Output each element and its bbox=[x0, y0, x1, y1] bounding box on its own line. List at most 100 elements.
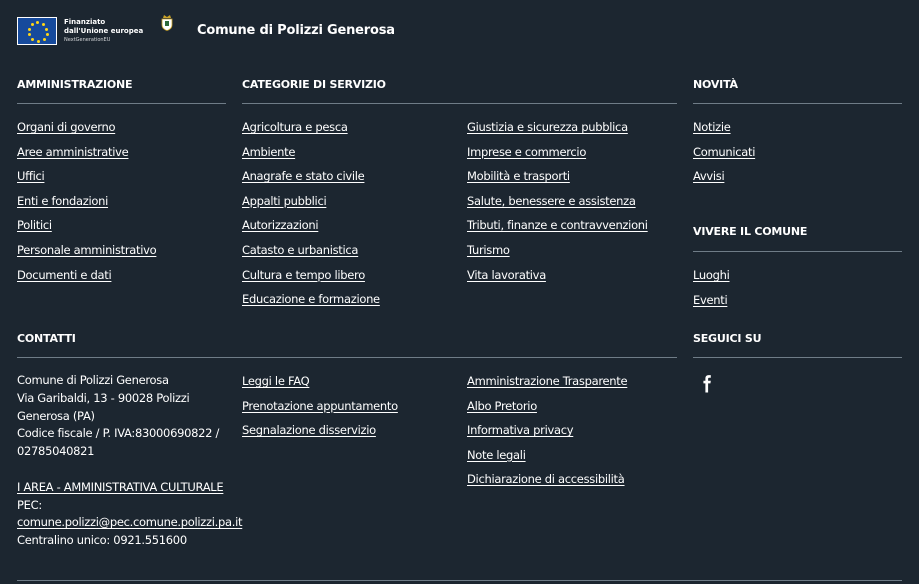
link-appalti-pubblici[interactable]: Appalti pubblici bbox=[242, 194, 327, 208]
list-item: Avvisi bbox=[693, 169, 755, 194]
novita-list: Notizie Comunicati Avvisi bbox=[693, 120, 755, 194]
link-agricoltura-e-pesca[interactable]: Agricoltura e pesca bbox=[242, 120, 348, 134]
facebook-icon[interactable] bbox=[700, 374, 714, 394]
link-ambiente[interactable]: Ambiente bbox=[242, 145, 295, 159]
categorie-heading: CATEGORIE DI SERVIZIO bbox=[242, 78, 386, 91]
list-item: Imprese e commercio bbox=[467, 145, 648, 170]
list-item: Tributi, finanze e contravvenzioni bbox=[467, 218, 648, 243]
link-luoghi[interactable]: Luoghi bbox=[693, 268, 730, 282]
list-item: Enti e fondazioni bbox=[17, 194, 156, 219]
list-item: Amministrazione Trasparente bbox=[467, 374, 628, 399]
contatti-divider bbox=[17, 357, 677, 358]
link-vita-lavorativa[interactable]: Vita lavorativa bbox=[467, 268, 546, 282]
list-item: Turismo bbox=[467, 243, 648, 268]
list-item: Informativa privacy bbox=[467, 423, 627, 448]
link-eventi[interactable]: Eventi bbox=[693, 293, 728, 307]
list-item: Personale amministrativo bbox=[17, 243, 157, 268]
list-item: Prenotazione appuntamento bbox=[242, 399, 398, 424]
categorie-list-2: Giustizia e sicurezza pubblica Imprese e… bbox=[467, 120, 648, 292]
pec-email-link[interactable]: comune.polizzi@pec.comune.polizzi.pa.it bbox=[17, 515, 243, 529]
categorie-list-1: Agricoltura e pesca Ambiente Anagrafe e … bbox=[242, 120, 380, 317]
address-line: Generosa (PA) bbox=[17, 408, 95, 423]
list-item: Mobilità e trasporti bbox=[467, 169, 648, 194]
seguici-heading: SEGUICI SU bbox=[693, 332, 762, 345]
list-item: Documenti e dati bbox=[17, 268, 156, 293]
link-mobilita[interactable]: Mobilità e trasporti bbox=[467, 169, 570, 183]
footer-bottom-divider bbox=[17, 580, 902, 581]
link-giustizia[interactable]: Giustizia e sicurezza pubblica bbox=[467, 120, 628, 134]
pec-label: PEC: bbox=[17, 497, 42, 512]
address-line: 02785040821 bbox=[17, 444, 95, 459]
list-item: Ambiente bbox=[242, 145, 380, 170]
amministrazione-divider bbox=[17, 103, 226, 104]
link-prenotazione[interactable]: Prenotazione appuntamento bbox=[242, 399, 398, 413]
link-notizie[interactable]: Notizie bbox=[693, 120, 731, 134]
novita-divider bbox=[693, 103, 902, 104]
phone-text: Centralino unico: 0921.551600 bbox=[17, 533, 187, 548]
link-anagrafe[interactable]: Anagrafe e stato civile bbox=[242, 169, 365, 183]
office-link[interactable]: I AREA - AMMINISTRATIVA CULTURALE bbox=[17, 480, 224, 494]
list-item: Aree amministrative bbox=[17, 145, 156, 170]
list-item: Leggi le FAQ bbox=[242, 374, 398, 399]
eu-funding-logo[interactable]: Finanziato dall'Unione europea NextGener… bbox=[17, 14, 143, 48]
link-uffici[interactable]: Uffici bbox=[17, 169, 45, 183]
amministrazione-heading: AMMINISTRAZIONE bbox=[17, 78, 133, 91]
link-faq[interactable]: Leggi le FAQ bbox=[242, 374, 310, 388]
municipality-crest-icon[interactable] bbox=[161, 14, 173, 31]
link-tributi[interactable]: Tributi, finanze e contravvenzioni bbox=[467, 218, 648, 232]
vivere-list: Luoghi Eventi bbox=[693, 268, 730, 317]
list-item: Cultura e tempo libero bbox=[242, 268, 380, 293]
address-line: Codice fiscale / P. IVA:83000690822 / bbox=[17, 426, 220, 441]
vivere-divider bbox=[693, 251, 902, 252]
amministrazione-list: Organi di governo Aree amministrative Uf… bbox=[17, 120, 157, 293]
list-item: Vita lavorativa bbox=[467, 268, 648, 293]
link-politici[interactable]: Politici bbox=[17, 218, 52, 232]
link-accessibilita[interactable]: Dichiarazione di accessibilità bbox=[467, 472, 625, 486]
contatti-heading: CONTATTI bbox=[17, 332, 76, 345]
list-item: Eventi bbox=[693, 293, 730, 318]
list-item: Salute, benessere e assistenza bbox=[467, 194, 648, 219]
link-comunicati[interactable]: Comunicati bbox=[693, 145, 755, 159]
list-item: Luoghi bbox=[693, 268, 730, 293]
link-personale-amministrativo[interactable]: Personale amministrativo bbox=[17, 243, 157, 257]
site-brand-title[interactable]: Comune di Polizzi Generosa bbox=[197, 23, 395, 38]
address-line: Comune di Polizzi Generosa bbox=[17, 373, 169, 387]
eu-line-1: Finanziato bbox=[64, 17, 106, 26]
link-turismo[interactable]: Turismo bbox=[467, 243, 510, 257]
contact-info: Comune di Polizzi Generosa Via Garibaldi… bbox=[17, 372, 243, 550]
novita-heading: NOVITÀ bbox=[693, 78, 738, 91]
link-enti-e-fondazioni[interactable]: Enti e fondazioni bbox=[17, 194, 108, 208]
link-privacy[interactable]: Informativa privacy bbox=[467, 423, 574, 437]
eu-line-2: dall'Unione europea bbox=[64, 26, 144, 35]
link-note-legali[interactable]: Note legali bbox=[467, 448, 526, 462]
list-item: Politici bbox=[17, 218, 156, 243]
link-avvisi[interactable]: Avvisi bbox=[693, 169, 725, 183]
link-autorizzazioni[interactable]: Autorizzazioni bbox=[242, 218, 319, 232]
list-item: Anagrafe e stato civile bbox=[242, 169, 380, 194]
list-item: Giustizia e sicurezza pubblica bbox=[467, 120, 648, 145]
list-item: Agricoltura e pesca bbox=[242, 120, 380, 145]
link-catasto[interactable]: Catasto e urbanistica bbox=[242, 243, 358, 257]
eu-flag-icon bbox=[17, 17, 57, 45]
list-item: Dichiarazione di accessibilità bbox=[467, 472, 627, 497]
list-item: Catasto e urbanistica bbox=[242, 243, 380, 268]
link-aree-amministrative[interactable]: Aree amministrative bbox=[17, 145, 129, 159]
link-salute[interactable]: Salute, benessere e assistenza bbox=[467, 194, 636, 208]
link-documenti-e-dati[interactable]: Documenti e dati bbox=[17, 268, 112, 282]
link-organi-di-governo[interactable]: Organi di governo bbox=[17, 120, 115, 134]
list-item: Uffici bbox=[17, 169, 156, 194]
list-item: Note legali bbox=[467, 448, 627, 473]
link-albo-pretorio[interactable]: Albo Pretorio bbox=[467, 399, 537, 413]
link-imprese[interactable]: Imprese e commercio bbox=[467, 145, 586, 159]
link-cultura[interactable]: Cultura e tempo libero bbox=[242, 268, 365, 282]
link-amministrazione-trasparente[interactable]: Amministrazione Trasparente bbox=[467, 374, 628, 388]
categorie-divider bbox=[242, 103, 677, 104]
list-item: Appalti pubblici bbox=[242, 194, 380, 219]
list-item: Educazione e formazione bbox=[242, 292, 380, 317]
vivere-heading: VIVERE IL COMUNE bbox=[693, 225, 808, 238]
address-line: Via Garibaldi, 13 - 90028 Polizzi bbox=[17, 390, 190, 405]
link-educazione[interactable]: Educazione e formazione bbox=[242, 292, 380, 306]
list-item: Organi di governo bbox=[17, 120, 156, 145]
eu-funding-text: Finanziato dall'Unione europea NextGener… bbox=[64, 18, 143, 45]
link-segnalazione[interactable]: Segnalazione disservizio bbox=[242, 423, 376, 437]
